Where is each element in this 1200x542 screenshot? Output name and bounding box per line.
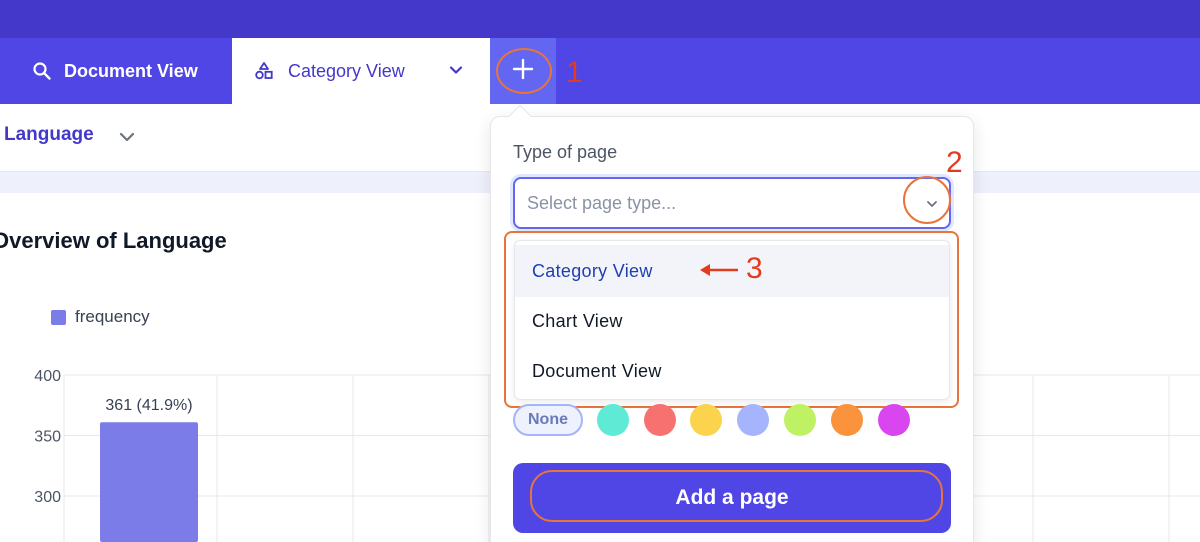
shapes-icon (254, 61, 274, 81)
bar-data-label: 361 (41.9%) (105, 397, 192, 414)
page-type-placeholder: Select page type... (527, 193, 677, 213)
color-swatch-periwinkle[interactable] (737, 404, 769, 436)
tab-category-view-label: Category View (288, 60, 405, 81)
y-tick-label: 300 (34, 489, 61, 506)
field-selector-label[interactable]: Language (4, 124, 94, 146)
chevron-down-icon[interactable] (118, 128, 136, 151)
annotation-arrow-icon (700, 264, 738, 276)
legend-label: frequency (75, 307, 150, 326)
tab-document-view[interactable]: Document View (8, 38, 232, 104)
menu-item-document-view[interactable]: Document View (515, 345, 949, 397)
menu-item-chart-view[interactable]: Chart View (515, 295, 949, 347)
legend-swatch (51, 310, 66, 325)
page-type-label: Type of page (513, 142, 618, 162)
bar-frequency (100, 422, 198, 542)
color-none-option[interactable]: None (513, 404, 583, 436)
annotation-step-3: 3 (746, 252, 763, 285)
color-swatch-lime[interactable] (784, 404, 816, 436)
annotation-ring-select-chevron (903, 176, 951, 224)
chevron-down-icon[interactable] (448, 62, 464, 78)
color-swatch-orange[interactable] (831, 404, 863, 436)
tab-document-view-label: Document View (64, 60, 198, 81)
annotation-step-1: 1 (566, 56, 583, 89)
annotation-ring-add (496, 48, 552, 94)
app-top-bar (0, 0, 1200, 38)
search-icon (32, 61, 52, 81)
chart-title: Overview of Language (0, 228, 227, 253)
color-swatch-teal[interactable] (597, 404, 629, 436)
y-tick-label: 350 (34, 429, 61, 446)
color-swatch-magenta[interactable] (878, 404, 910, 436)
y-tick-label: 400 (34, 368, 61, 385)
tab-category-view[interactable]: Category View (232, 38, 490, 104)
page-type-select[interactable]: Select page type... (513, 177, 951, 229)
annotation-ring-add-button (530, 470, 943, 522)
color-swatch-red[interactable] (644, 404, 676, 436)
annotation-step-2: 2 (946, 146, 963, 179)
tab-bar: Document View Category View (0, 38, 1200, 104)
color-swatch-yellow[interactable] (690, 404, 722, 436)
